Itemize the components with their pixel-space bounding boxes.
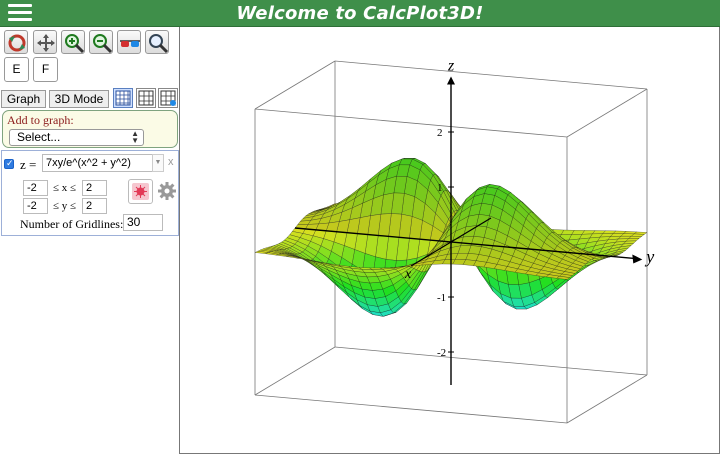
header-bar: Welcome to CalcPlot3D! [0,0,720,27]
add-to-graph-label: Add to graph: [7,113,74,127]
select-arrows-icon: ▲ ▼ [131,129,139,145]
zoom-in-icon[interactable] [61,30,85,54]
z-tick-label: -1 [437,292,446,304]
surface-plot-canvas[interactable]: z y x 2 1 -1 -2 [181,28,719,453]
gridlines-label: Number of Gridlines: [20,217,124,231]
box-edge [566,88,648,138]
sidebar: E F Graph 3D Mode Add to graph: Select..… [0,27,180,454]
3d-glasses-icon[interactable] [117,30,141,54]
magnifier-icon[interactable] [145,30,169,54]
z-axis-arrow [447,76,455,85]
box-edge [254,108,568,138]
box-edge [254,346,336,396]
app-title: Welcome to CalcPlot3D! [236,3,484,24]
z-tick-label: 2 [437,127,443,139]
zoom-out-icon[interactable] [89,30,113,54]
box-edge [566,374,648,424]
y-range-label: ≤ y ≤ [53,200,77,212]
rotate-icon[interactable] [4,30,28,54]
e-button[interactable]: E [4,57,29,82]
table-view-icon[interactable] [136,88,156,108]
function-visible-checkbox[interactable] [4,158,14,169]
y-axis-label: y [644,246,654,266]
x-max-input[interactable]: 2 [82,180,107,196]
tab-graph[interactable]: Graph [1,90,46,108]
gridlines-input[interactable]: 30 [123,214,163,231]
box-edge [334,346,648,376]
f-button[interactable]: F [33,57,58,82]
z-equals-label: z = [20,157,37,172]
grid-options-icon[interactable] [158,88,178,108]
settings-gear-icon[interactable] [156,180,178,202]
add-to-graph-select[interactable]: Select... ▲ ▼ [9,129,144,146]
x-axis-label: x [404,267,412,282]
grid-view-icon[interactable] [113,88,133,108]
function-panel: z = 7xy/e^(x^2 + y^2) ▼ x -2 ≤ x ≤ 2 -2 … [1,150,179,236]
box-edge [334,60,648,90]
select-value: Select... [17,130,61,144]
box-edge [254,394,568,424]
z-tick-label: -2 [437,347,446,359]
y-min-input[interactable]: -2 [23,198,48,214]
add-to-graph-panel: Add to graph: Select... ▲ ▼ [2,110,178,148]
box-edge [254,60,336,110]
plot-area[interactable]: z y x 2 1 -1 -2 [181,28,719,453]
function-close-icon[interactable]: x [168,156,174,168]
move-icon[interactable] [33,30,57,54]
function-dropdown-icon[interactable]: ▼ [152,154,164,172]
y-axis-arrow [632,254,643,264]
z-axis-label: z [447,58,455,75]
tab-3d-mode[interactable]: 3D Mode [49,90,109,108]
y-max-input[interactable]: 2 [82,198,107,214]
z-tick-label: 1 [437,182,443,194]
function-expression-input[interactable]: 7xy/e^(x^2 + y^2) [42,154,155,172]
x-min-input[interactable]: -2 [23,180,48,196]
color-scheme-button[interactable] [128,179,153,204]
x-range-label: ≤ x ≤ [53,182,77,194]
